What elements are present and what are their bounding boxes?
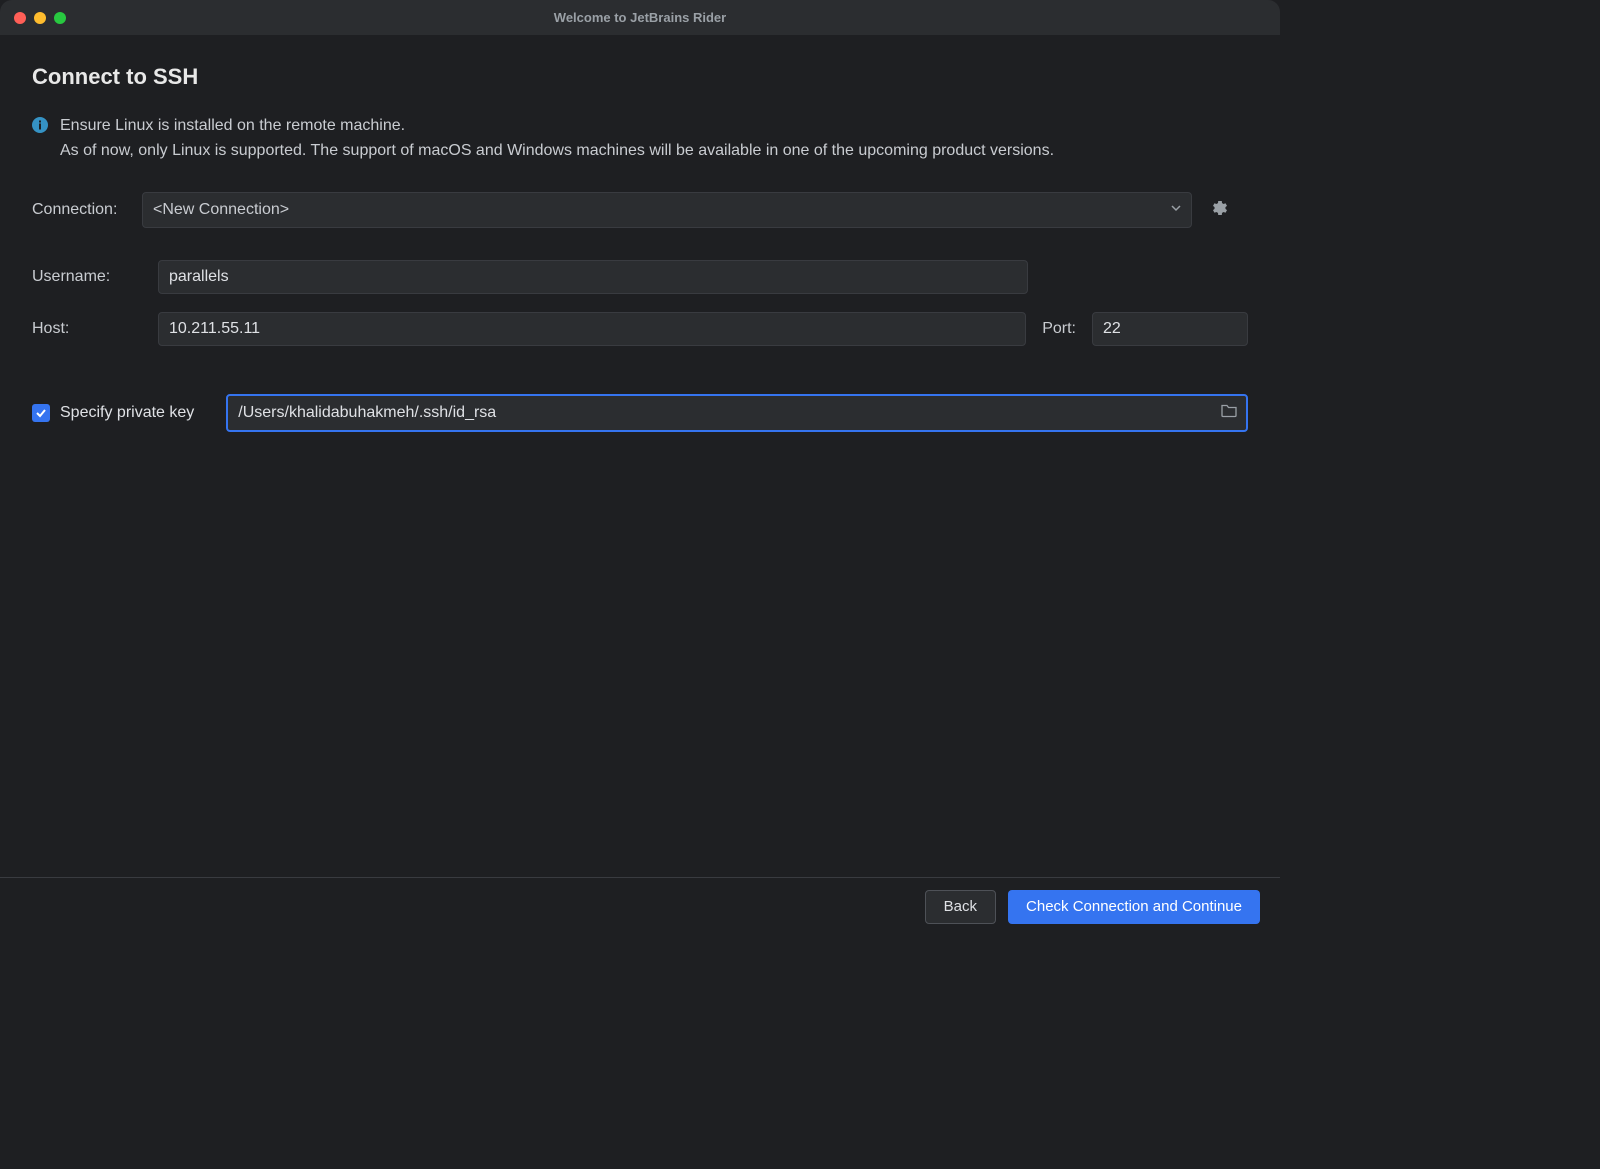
username-row: Username: <box>32 260 1248 294</box>
specify-private-key-label: Specify private key <box>60 404 194 422</box>
info-text: Ensure Linux is installed on the remote … <box>60 114 1054 164</box>
info-banner: Ensure Linux is installed on the remote … <box>32 114 1248 164</box>
port-input[interactable] <box>1092 312 1248 346</box>
host-row: Host: Port: <box>32 312 1248 346</box>
connection-settings-button[interactable] <box>1208 198 1232 222</box>
gear-icon <box>1212 200 1228 219</box>
private-key-input-wrapper <box>226 394 1248 432</box>
username-input[interactable] <box>158 260 1028 294</box>
footer: Back Check Connection and Continue <box>0 877 1280 935</box>
minimize-window-button[interactable] <box>34 12 46 24</box>
private-key-row: Specify private key <box>32 394 1248 432</box>
main-content: Connect to SSH Ensure Linux is installed… <box>0 36 1280 432</box>
folder-icon <box>1220 401 1238 419</box>
host-label: Host: <box>32 320 142 338</box>
connection-row: Connection: <New Connection> <box>32 192 1248 228</box>
specify-private-key-checkbox[interactable] <box>32 404 50 422</box>
connection-select-value: <New Connection> <box>153 201 289 219</box>
port-label: Port: <box>1042 320 1076 338</box>
titlebar: Welcome to JetBrains Rider <box>0 0 1280 36</box>
zoom-window-button[interactable] <box>54 12 66 24</box>
connection-select-wrapper: <New Connection> <box>142 192 1192 228</box>
info-text-line1: Ensure Linux is installed on the remote … <box>60 117 405 134</box>
back-button[interactable]: Back <box>925 890 996 924</box>
connection-label: Connection: <box>32 201 142 219</box>
check-connection-continue-button[interactable]: Check Connection and Continue <box>1008 890 1260 924</box>
private-key-input[interactable] <box>226 394 1248 432</box>
window-title: Welcome to JetBrains Rider <box>0 10 1280 25</box>
username-label: Username: <box>32 268 142 286</box>
host-input[interactable] <box>158 312 1026 346</box>
window-controls <box>0 12 66 24</box>
info-icon <box>32 117 48 133</box>
connection-select[interactable]: <New Connection> <box>142 192 1192 228</box>
page-title: Connect to SSH <box>32 64 1248 90</box>
check-icon <box>35 407 47 419</box>
close-window-button[interactable] <box>14 12 26 24</box>
info-text-line2: As of now, only Linux is supported. The … <box>60 142 1054 159</box>
browse-folder-button[interactable] <box>1220 401 1238 424</box>
